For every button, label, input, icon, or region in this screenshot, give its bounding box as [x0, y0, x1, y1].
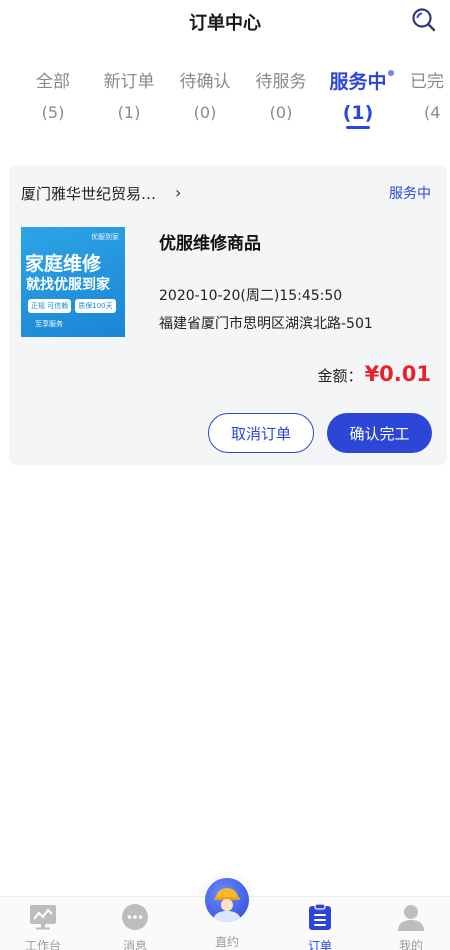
- tab-label: 已完: [410, 72, 444, 92]
- tabbar-label: 订单: [307, 939, 332, 950]
- confirm-complete-button[interactable]: 确认完工: [327, 413, 432, 453]
- tabbar-item-profile[interactable]: 我的: [381, 903, 441, 950]
- tabbar-item-workbench[interactable]: 工作台: [13, 903, 73, 950]
- tabbar-label: 我的: [398, 939, 423, 950]
- order-status-tabs: 全部 (5) 新订单 (1) 待确认 (0) 待服务 (0) 服务中 (1) 已…: [0, 68, 450, 138]
- tab-label: 待确认: [179, 72, 231, 92]
- cancel-order-button[interactable]: 取消订单: [208, 413, 314, 453]
- tab-in-service[interactable]: 服务中 (1): [320, 68, 396, 129]
- page-title: 订单中心: [189, 13, 261, 34]
- tab-new-orders[interactable]: 新订单 (1): [91, 68, 167, 127]
- amount-label: 金额：: [317, 367, 363, 385]
- tabbar-item-messages[interactable]: 消息: [105, 903, 165, 950]
- workbench-icon: [29, 903, 57, 931]
- tab-count: (4: [424, 103, 441, 122]
- image-footer: 至享服务: [35, 320, 63, 328]
- tabbar-item-orders[interactable]: 订单: [290, 903, 350, 950]
- order-address: 福建省厦门市思明区湖滨北路-501: [159, 316, 373, 332]
- tab-count: (0): [193, 103, 217, 122]
- chevron-right-icon[interactable]: ›: [175, 183, 181, 202]
- worker-avatar-icon[interactable]: [205, 878, 249, 922]
- tabbar-label: 工作台: [24, 939, 61, 950]
- notification-dot: [388, 70, 394, 76]
- tab-pending-service[interactable]: 待服务 (0): [243, 68, 319, 127]
- status-badge: 服务中: [389, 186, 431, 202]
- tab-completed[interactable]: 已完 (4: [396, 68, 450, 127]
- image-brand: 优服到家: [91, 233, 119, 241]
- order-time: 2020-10-20(周二)15:45:50: [159, 288, 343, 304]
- tab-label: 新订单: [103, 72, 155, 92]
- image-headline: 家庭维修: [25, 253, 102, 275]
- tab-count: (5): [41, 103, 65, 122]
- tab-count: (1): [342, 102, 374, 124]
- order-amount: 金额： ¥0.01: [318, 362, 431, 386]
- order-list-icon: [306, 903, 334, 931]
- product-name: 优服维修商品: [159, 234, 261, 254]
- image-pills: 正规 可信赖 质保100天: [28, 299, 116, 313]
- store-name[interactable]: 厦门雅华世纪贸易…: [21, 183, 156, 204]
- image-subheadline: 就找优服到家: [26, 277, 110, 293]
- amount-value: ¥0.01: [364, 362, 431, 386]
- tab-pending-confirm[interactable]: 待确认 (0): [167, 68, 243, 127]
- app-header: 订单中心: [0, 0, 450, 44]
- product-image[interactable]: 优服到家 家庭维修 就找优服到家 正规 可信赖 质保100天 至享服务: [21, 227, 125, 337]
- tab-all[interactable]: 全部 (5): [15, 68, 91, 127]
- tab-label: 全部: [36, 72, 70, 92]
- tab-label: 待服务: [255, 72, 307, 92]
- search-icon[interactable]: [408, 4, 440, 36]
- tabbar-label: 消息: [122, 939, 147, 950]
- tabbar-label-direct[interactable]: 直约: [197, 933, 257, 950]
- tab-count: (1): [117, 103, 141, 122]
- image-pill: 正规 可信赖: [28, 299, 72, 313]
- active-tab-underline: [346, 126, 370, 129]
- profile-icon: [397, 903, 425, 931]
- tab-label: 服务中: [329, 71, 387, 93]
- order-card[interactable]: 厦门雅华世纪贸易… › 服务中 优服到家 家庭维修 就找优服到家 正规 可信赖 …: [9, 165, 447, 465]
- message-icon: [121, 903, 149, 931]
- tab-count: (0): [269, 103, 293, 122]
- image-pill: 质保100天: [75, 299, 116, 313]
